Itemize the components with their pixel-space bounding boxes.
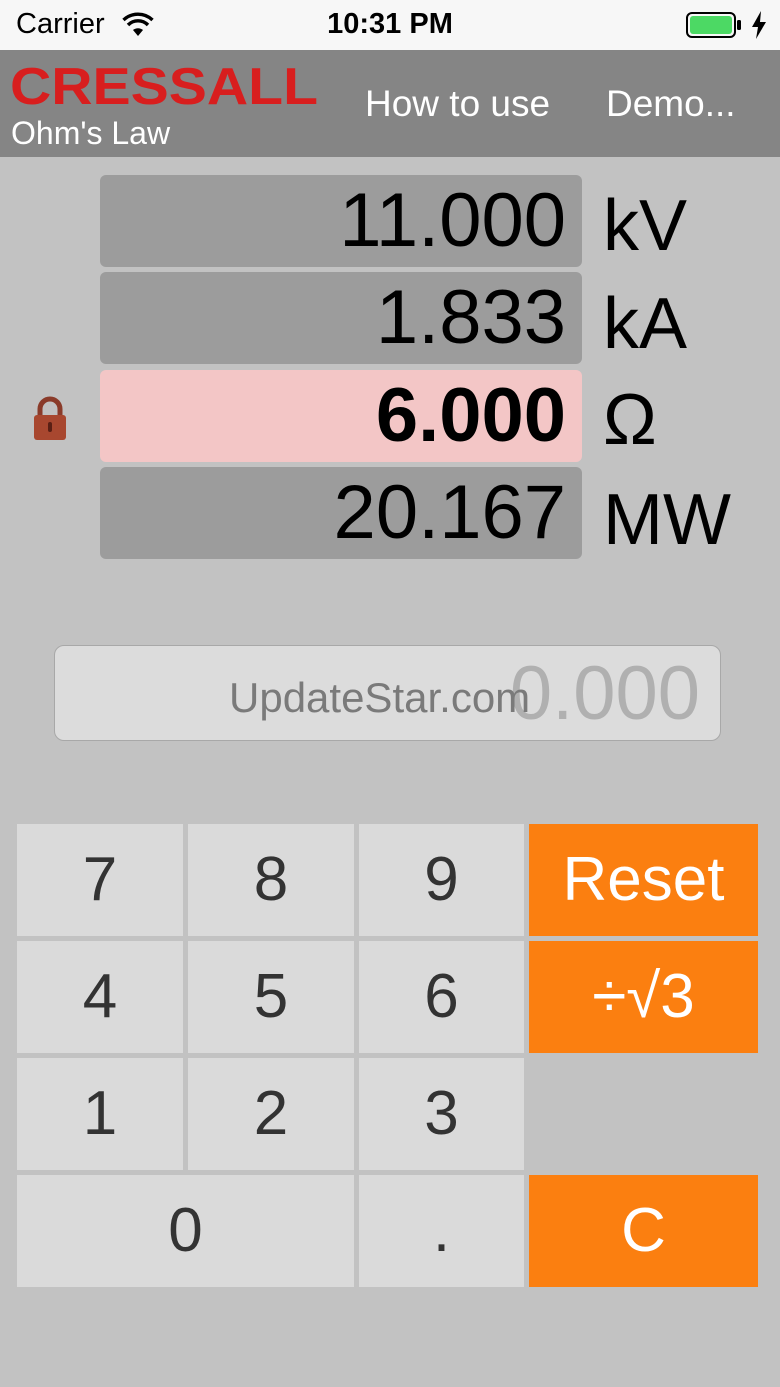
svg-text:CRESSALL: CRESSALL xyxy=(10,64,318,110)
status-bar: Carrier 10:31 PM xyxy=(0,0,780,50)
key-7[interactable]: 7 xyxy=(17,824,183,936)
key-2[interactable]: 2 xyxy=(188,1058,354,1170)
key-4[interactable]: 4 xyxy=(17,941,183,1053)
demo-link[interactable]: Demo... xyxy=(606,83,736,125)
reset-button[interactable]: Reset xyxy=(529,824,758,936)
cressall-logo: CRESSALL xyxy=(10,64,318,110)
power-unit: MW xyxy=(603,480,731,560)
clock: 10:31 PM xyxy=(327,8,453,40)
entry-display: 0.000 UpdateStar.com xyxy=(54,645,721,741)
key-0[interactable]: 0 xyxy=(17,1175,354,1287)
key-5[interactable]: 5 xyxy=(188,941,354,1053)
resistance-unit: Ω xyxy=(603,380,657,460)
key-9[interactable]: 9 xyxy=(359,824,524,936)
voltage-field[interactable]: 11.000 xyxy=(100,175,582,267)
charging-bolt-icon xyxy=(752,11,766,39)
lock-icon[interactable] xyxy=(32,396,68,442)
voltage-unit: kV xyxy=(603,186,688,266)
power-field[interactable]: 20.167 xyxy=(100,467,582,559)
key-decimal[interactable]: . xyxy=(359,1175,524,1287)
key-3[interactable]: 3 xyxy=(359,1058,524,1170)
key-6[interactable]: 6 xyxy=(359,941,524,1053)
page-title: Ohm's Law xyxy=(11,115,171,151)
key-8[interactable]: 8 xyxy=(188,824,354,936)
clear-button[interactable]: C xyxy=(529,1175,758,1287)
watermark: UpdateStar.com xyxy=(229,674,531,721)
app-header: CRESSALL Ohm's Law How to use Demo... xyxy=(0,50,780,157)
current-field[interactable]: 1.833 xyxy=(100,272,582,364)
how-to-use-link[interactable]: How to use xyxy=(365,83,550,125)
entry-value: 0.000 xyxy=(509,651,700,736)
key-1[interactable]: 1 xyxy=(17,1058,183,1170)
divide-sqrt3-button[interactable]: ÷√3 xyxy=(529,941,758,1053)
current-unit: kA xyxy=(603,284,688,364)
resistance-field[interactable]: 6.000 xyxy=(100,370,582,462)
battery-icon xyxy=(686,12,741,38)
